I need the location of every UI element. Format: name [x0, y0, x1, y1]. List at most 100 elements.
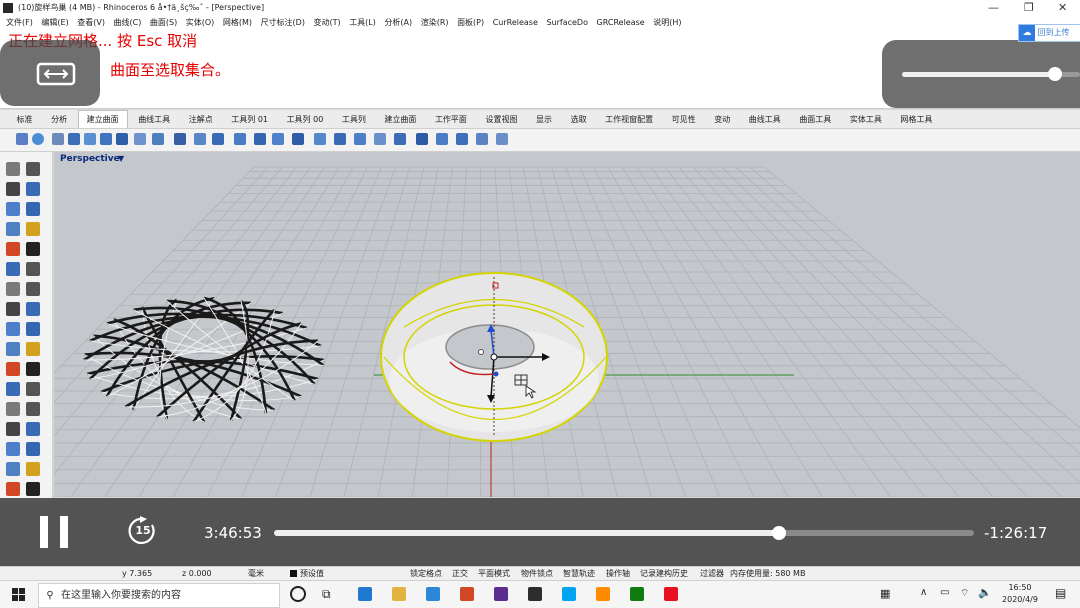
point-tool-icon[interactable] — [26, 162, 40, 176]
app-icon-8[interactable] — [596, 587, 610, 601]
boolean-tool-icon[interactable] — [26, 322, 40, 336]
tab-annotation[interactable]: 注解点 — [181, 111, 221, 128]
blend-surface-icon[interactable] — [334, 133, 346, 145]
network-surface-icon[interactable] — [152, 133, 164, 145]
tab-cplane[interactable]: 工作平面 — [427, 111, 475, 128]
circle-surface-icon[interactable] — [32, 133, 44, 145]
taskbar-search-input[interactable]: ⚲ 在这里输入你要搜索的内容 — [38, 583, 280, 608]
copy-tool-icon[interactable] — [26, 402, 40, 416]
menu-item[interactable]: 编辑(E) — [41, 16, 68, 30]
app-icon-9[interactable] — [630, 587, 644, 601]
heightfield-icon[interactable] — [436, 133, 448, 145]
app-icon-4[interactable] — [460, 587, 474, 601]
curve-fillet-tool-icon[interactable] — [26, 242, 40, 256]
osnap-toggle[interactable]: 物件锁点 — [521, 567, 553, 581]
snap-grid-toggle[interactable]: 锁定格点 — [410, 567, 442, 581]
windows-start-icon[interactable] — [12, 588, 26, 602]
gumball-toggle[interactable]: 操作轴 — [606, 567, 630, 581]
patch-icon[interactable] — [174, 133, 186, 145]
tab-standard[interactable]: 标准 — [9, 111, 41, 128]
fillet-surface-icon[interactable] — [354, 133, 366, 145]
mesh-tool-icon[interactable] — [6, 322, 20, 336]
app-icon-7[interactable] — [562, 587, 576, 601]
volume-icon[interactable]: 🔈 — [978, 586, 992, 599]
arc-tool-icon[interactable] — [6, 222, 20, 236]
network-icon[interactable]: ▭ — [940, 587, 949, 598]
rail-revolve-icon[interactable] — [212, 133, 224, 145]
extrude-along-icon[interactable] — [254, 133, 266, 145]
group-tool-icon[interactable] — [26, 382, 40, 396]
check-tool-icon[interactable] — [6, 462, 20, 476]
app-icon-5[interactable] — [494, 587, 508, 601]
tab-display[interactable]: 显示 — [528, 111, 560, 128]
tab-toolbar-00[interactable]: 工具列 00 — [279, 111, 332, 128]
grid-surface-icon[interactable] — [134, 133, 146, 145]
point-tool-icon[interactable] — [6, 482, 20, 496]
scene-canvas[interactable] — [54, 152, 1080, 497]
fit-screen-button[interactable] — [0, 40, 100, 106]
select-tool-icon[interactable] — [6, 162, 20, 176]
menu-item[interactable]: GRCRelease — [597, 16, 645, 30]
seek-bar[interactable] — [274, 526, 974, 540]
revolve-icon[interactable] — [194, 133, 206, 145]
chamfer-surface-icon[interactable] — [374, 133, 386, 145]
surface-from-curves-icon[interactable] — [496, 133, 508, 145]
join-tool-icon[interactable] — [26, 362, 40, 376]
menu-item[interactable]: 查看(V) — [77, 16, 105, 30]
menu-item[interactable]: CurRelease — [493, 16, 538, 30]
edge-surface-icon[interactable] — [52, 133, 64, 145]
menu-item[interactable]: 曲面(S) — [150, 16, 177, 30]
tab-curve-tools[interactable]: 曲线工具 — [130, 111, 178, 128]
tab-surface-create[interactable]: 建立曲面 — [77, 110, 128, 128]
history-toggle[interactable]: 记录建构历史 — [640, 567, 688, 581]
split-tool-icon[interactable] — [6, 362, 20, 376]
planar-surface-icon[interactable] — [68, 133, 80, 145]
tab-analysis[interactable]: 分析 — [43, 111, 75, 128]
perspective-viewport[interactable]: Perspective ▼ — [54, 152, 1080, 497]
offset-surface-icon[interactable] — [394, 133, 406, 145]
scale-tool-icon[interactable] — [26, 422, 40, 436]
extrude-icon[interactable] — [234, 133, 246, 145]
volume-slider-track[interactable] — [902, 67, 1080, 81]
close-icon[interactable]: ✕ — [1058, 0, 1067, 16]
explode-tool-icon[interactable] — [6, 382, 20, 396]
task-view-icon[interactable]: ⧉ — [322, 587, 331, 602]
tab-viewport-layout[interactable]: 工作视窗配置 — [597, 111, 661, 128]
surface-from-points-icon[interactable] — [16, 133, 28, 145]
circle-tool-icon[interactable] — [6, 202, 20, 216]
fillet-tool-icon[interactable] — [6, 342, 20, 356]
smarttrack-toggle[interactable]: 智慧轨迹 — [563, 567, 595, 581]
app-icon-10[interactable] — [664, 587, 678, 601]
menu-item[interactable]: 实体(O) — [186, 16, 215, 30]
drape-icon[interactable] — [416, 133, 428, 145]
tab-curve-tools-2[interactable]: 曲线工具 — [741, 111, 789, 128]
rib-icon[interactable] — [314, 133, 326, 145]
menu-item[interactable]: SurfaceDo — [546, 16, 588, 30]
menu-item[interactable]: 尺寸标注(D) — [261, 16, 305, 30]
volume-slider-thumb[interactable] — [1048, 67, 1063, 81]
menu-item[interactable]: 曲线(C) — [114, 16, 142, 30]
rhino-taskbar-icon[interactable] — [528, 587, 542, 601]
menu-item[interactable]: 渲染(R) — [421, 16, 449, 30]
tab-select[interactable]: 选取 — [563, 111, 595, 128]
polyline-tool-icon[interactable] — [6, 182, 20, 196]
planar-toggle[interactable]: 平面模式 — [478, 567, 510, 581]
ribbon-icon[interactable] — [292, 133, 304, 145]
store-icon[interactable] — [426, 587, 440, 601]
rectangle-tool-icon[interactable] — [26, 222, 40, 236]
minimize-icon[interactable]: — — [988, 0, 999, 16]
pause-button[interactable] — [38, 516, 72, 550]
edge-browser-icon[interactable] — [358, 587, 372, 601]
tab-toolbar[interactable]: 工具列 — [334, 111, 374, 128]
box-tool-icon[interactable] — [6, 282, 20, 296]
polyline-tool-icon[interactable] — [26, 482, 40, 496]
tab-toolbar-01[interactable]: 工具列 01 — [223, 111, 276, 128]
tab-surface-create-2[interactable]: 建立曲面 — [376, 111, 424, 128]
camera-surface-icon[interactable] — [456, 133, 468, 145]
seek-bar-thumb[interactable] — [772, 526, 787, 540]
tab-mesh-tools[interactable]: 网格工具 — [892, 111, 940, 128]
menu-item[interactable]: 网格(M) — [223, 16, 252, 30]
move-tool-icon[interactable] — [6, 402, 20, 416]
layer-label[interactable]: 预设值 — [300, 567, 324, 581]
menu-item[interactable]: 面板(P) — [457, 16, 484, 30]
